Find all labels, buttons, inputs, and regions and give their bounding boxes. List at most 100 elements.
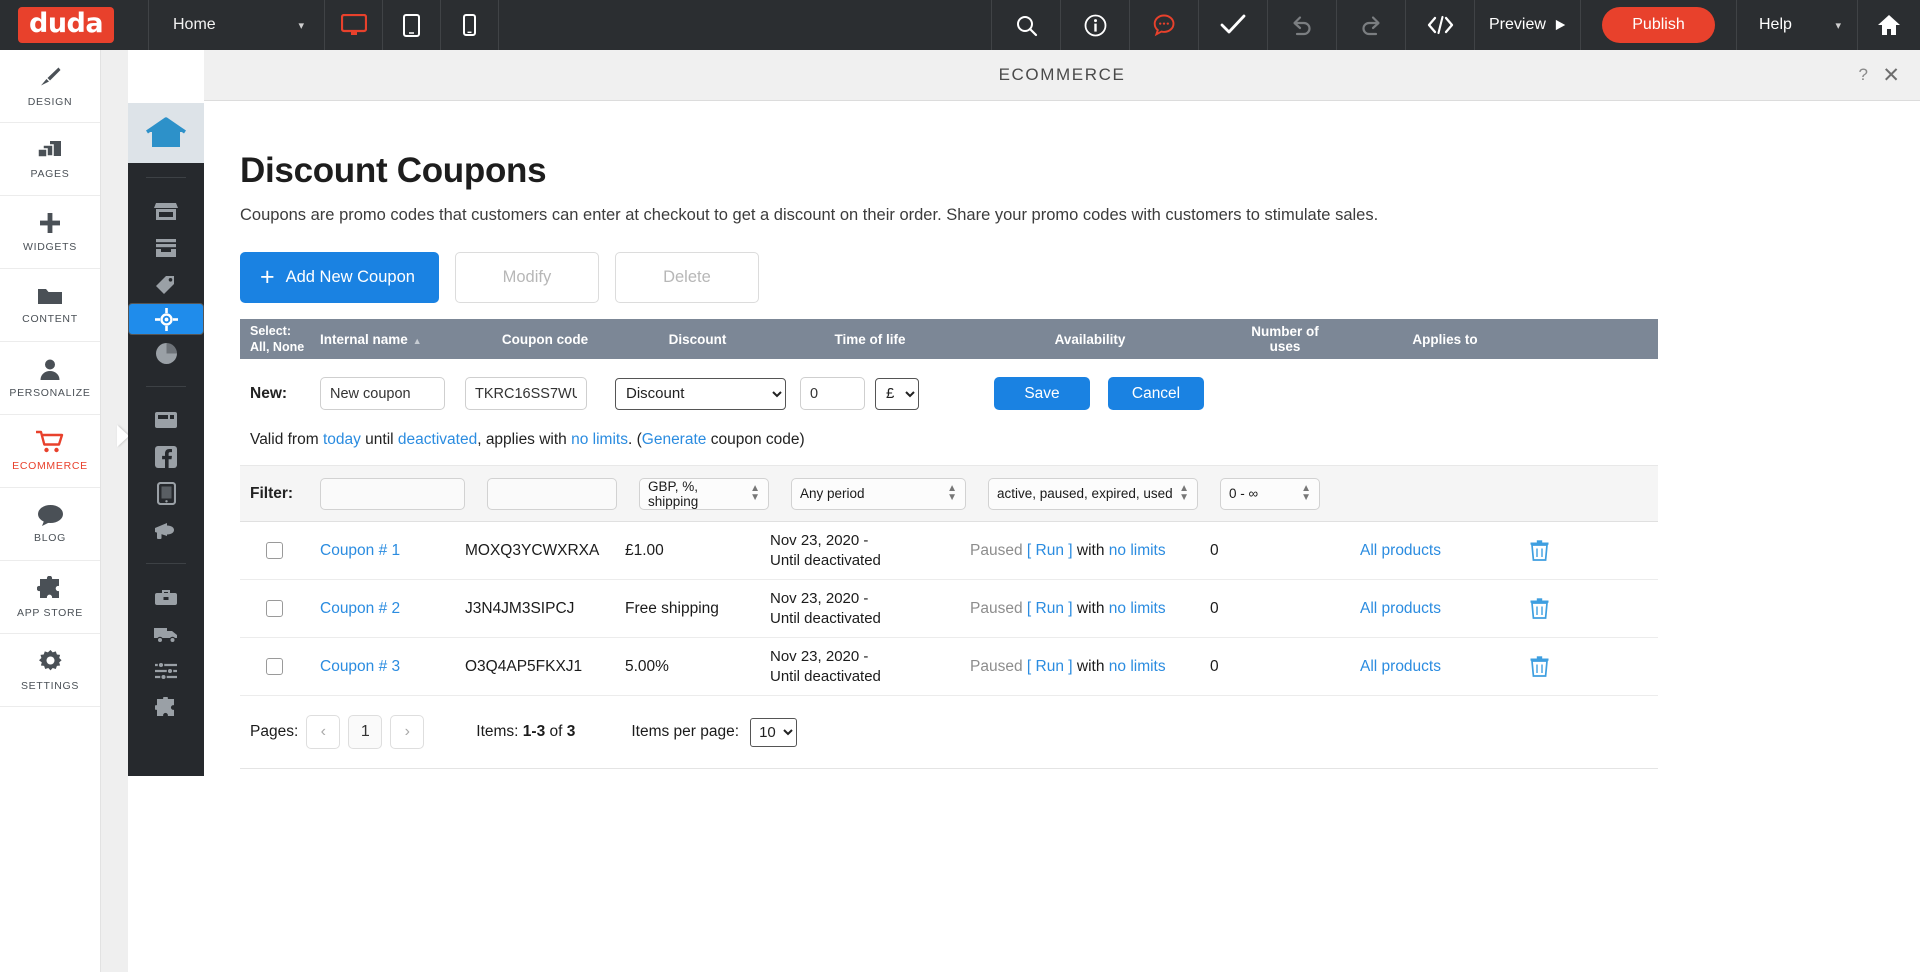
sidebar-item-design[interactable]: DESIGN xyxy=(0,50,100,123)
generate-code-link[interactable]: Generate xyxy=(642,431,707,448)
save-button[interactable]: Save xyxy=(994,377,1090,410)
rail-item-analytics[interactable] xyxy=(128,335,204,372)
page-selector[interactable]: Home ▾ xyxy=(149,0,324,50)
coupon-target-icon xyxy=(154,307,178,331)
sidebar-item-settings[interactable]: SETTINGS xyxy=(0,634,100,707)
filter-code-input[interactable] xyxy=(487,477,617,510)
rail-item-marketing[interactable] xyxy=(128,512,204,549)
limits-link[interactable]: no limits xyxy=(1109,600,1166,617)
table-row[interactable]: Coupon # 3 O3Q4AP5FKXJ1 5.00% Nov 23, 20… xyxy=(240,638,1658,696)
current-page-button[interactable]: 1 xyxy=(348,715,383,749)
search-button[interactable] xyxy=(992,0,1060,50)
new-discount-amount-input[interactable] xyxy=(800,377,865,410)
rail-item-business[interactable] xyxy=(128,578,204,615)
internal-name-column-header[interactable]: Internal name ▲ xyxy=(320,332,465,347)
new-currency-select[interactable]: £ xyxy=(875,377,919,410)
limits-link[interactable]: no limits xyxy=(571,431,628,448)
modify-button[interactable]: Modify xyxy=(454,252,599,303)
next-page-button[interactable]: › xyxy=(390,715,425,749)
filter-name-input[interactable] xyxy=(320,477,465,510)
chevron-down-icon: ▾ xyxy=(298,19,304,32)
coupon-name-link[interactable]: Coupon # 1 xyxy=(320,542,400,559)
info-button[interactable] xyxy=(1061,0,1129,50)
sidebar-item-blog[interactable]: BLOG xyxy=(0,488,100,561)
delete-row-button[interactable] xyxy=(1530,540,1590,561)
row-checkbox[interactable] xyxy=(266,600,283,617)
preview-button[interactable]: Preview xyxy=(1475,0,1580,50)
rail-item-facebook[interactable] xyxy=(128,438,204,475)
sidebar-item-pages[interactable]: PAGES xyxy=(0,123,100,196)
rail-item-coupons[interactable] xyxy=(128,303,204,335)
sidebar-item-app-store[interactable]: APP STORE xyxy=(0,561,100,634)
sidebar-item-label: BLOG xyxy=(34,532,66,544)
row-checkbox[interactable] xyxy=(266,542,283,559)
delete-button[interactable]: Delete xyxy=(614,252,759,303)
tablet-view-button[interactable] xyxy=(383,0,440,50)
sidebar-item-personalize[interactable]: PERSONALIZE xyxy=(0,342,100,415)
add-new-coupon-button[interactable]: + Add New Coupon xyxy=(240,252,439,303)
row-checkbox[interactable] xyxy=(266,658,283,675)
sidebar-item-widgets[interactable]: WIDGETS xyxy=(0,196,100,269)
code-button[interactable] xyxy=(1406,0,1474,50)
limits-link[interactable]: no limits xyxy=(1109,542,1166,559)
filter-period-select[interactable]: Any period ▲ ▼ xyxy=(791,477,966,510)
prev-page-button[interactable]: ‹ xyxy=(306,715,341,749)
filter-uses-select[interactable]: 0 - ∞ ▲ ▼ xyxy=(1220,477,1320,510)
rail-store-home-button[interactable] xyxy=(128,103,204,163)
new-discount-type-select[interactable]: Discount xyxy=(615,377,786,410)
rail-item-apps[interactable] xyxy=(128,689,204,726)
close-icon[interactable]: ✕ xyxy=(1882,65,1900,86)
number-of-uses-column-header[interactable]: Number of uses xyxy=(1210,324,1360,354)
applies-to-link[interactable]: All products xyxy=(1360,542,1441,559)
applies-to-link[interactable]: All products xyxy=(1360,658,1441,675)
delete-row-button[interactable] xyxy=(1530,598,1590,619)
question-mark-icon[interactable]: ? xyxy=(1859,65,1868,85)
availability-column-header[interactable]: Availability xyxy=(970,332,1210,347)
limits-link[interactable]: no limits xyxy=(1109,658,1166,675)
approve-button[interactable] xyxy=(1199,0,1267,50)
facebook-icon xyxy=(155,445,177,468)
undo-button[interactable] xyxy=(1268,0,1336,50)
filter-status-select[interactable]: active, paused, expired, used ▲ ▼ xyxy=(988,477,1198,510)
delete-row-button[interactable] xyxy=(1530,656,1590,677)
time-of-life-column-header[interactable]: Time of life xyxy=(770,332,970,347)
chat-button[interactable] xyxy=(1130,0,1198,50)
discount-column-header[interactable]: Discount xyxy=(625,332,770,347)
brand-logo[interactable]: duda xyxy=(0,0,148,50)
help-menu[interactable]: Help ▾ xyxy=(1737,0,1857,50)
cancel-button[interactable]: Cancel xyxy=(1108,377,1204,410)
pages-label: Pages: xyxy=(250,723,299,740)
applies-to-column-header[interactable]: Applies to xyxy=(1360,332,1530,347)
valid-from-link[interactable]: today xyxy=(323,431,361,448)
run-link[interactable]: [ Run ] xyxy=(1027,658,1073,675)
rail-item-pos[interactable] xyxy=(128,401,204,438)
rail-item-store[interactable] xyxy=(128,192,204,229)
redo-button[interactable] xyxy=(1337,0,1405,50)
table-row[interactable]: Coupon # 1 MOXQ3YCWXRXA £1.00 Nov 23, 20… xyxy=(240,522,1658,580)
home-button[interactable] xyxy=(1858,0,1920,50)
coupon-code-column-header[interactable]: Coupon code xyxy=(465,332,625,347)
run-link[interactable]: [ Run ] xyxy=(1027,600,1073,617)
publish-button[interactable]: Publish xyxy=(1602,7,1715,43)
chevron-left-icon: ‹ xyxy=(320,723,326,740)
new-coupon-code-input[interactable] xyxy=(465,377,587,410)
sidebar-item-content[interactable]: CONTENT xyxy=(0,269,100,342)
rail-item-preferences[interactable] xyxy=(128,652,204,689)
rail-item-orders[interactable] xyxy=(128,229,204,266)
coupon-name-link[interactable]: Coupon # 3 xyxy=(320,658,400,675)
filter-discount-select[interactable]: GBP, %, shipping ▲ ▼ xyxy=(639,477,769,510)
table-row[interactable]: Coupon # 2 J3N4JM3SIPCJ Free shipping No… xyxy=(240,580,1658,638)
coupon-name-link[interactable]: Coupon # 2 xyxy=(320,600,400,617)
mobile-view-button[interactable] xyxy=(441,0,498,50)
valid-until-link[interactable]: deactivated xyxy=(398,431,477,448)
select-all-none-links[interactable]: All, None xyxy=(250,339,320,355)
rail-item-shipping[interactable] xyxy=(128,615,204,652)
rail-item-mobile[interactable] xyxy=(128,475,204,512)
run-link[interactable]: [ Run ] xyxy=(1027,542,1073,559)
desktop-view-button[interactable] xyxy=(325,0,382,50)
sidebar-item-ecommerce[interactable]: ECOMMERCE xyxy=(0,415,100,488)
items-per-page-select[interactable]: 10 xyxy=(750,717,798,747)
applies-to-link[interactable]: All products xyxy=(1360,600,1441,617)
rail-item-products[interactable] xyxy=(128,266,204,303)
new-internal-name-input[interactable] xyxy=(320,377,445,410)
